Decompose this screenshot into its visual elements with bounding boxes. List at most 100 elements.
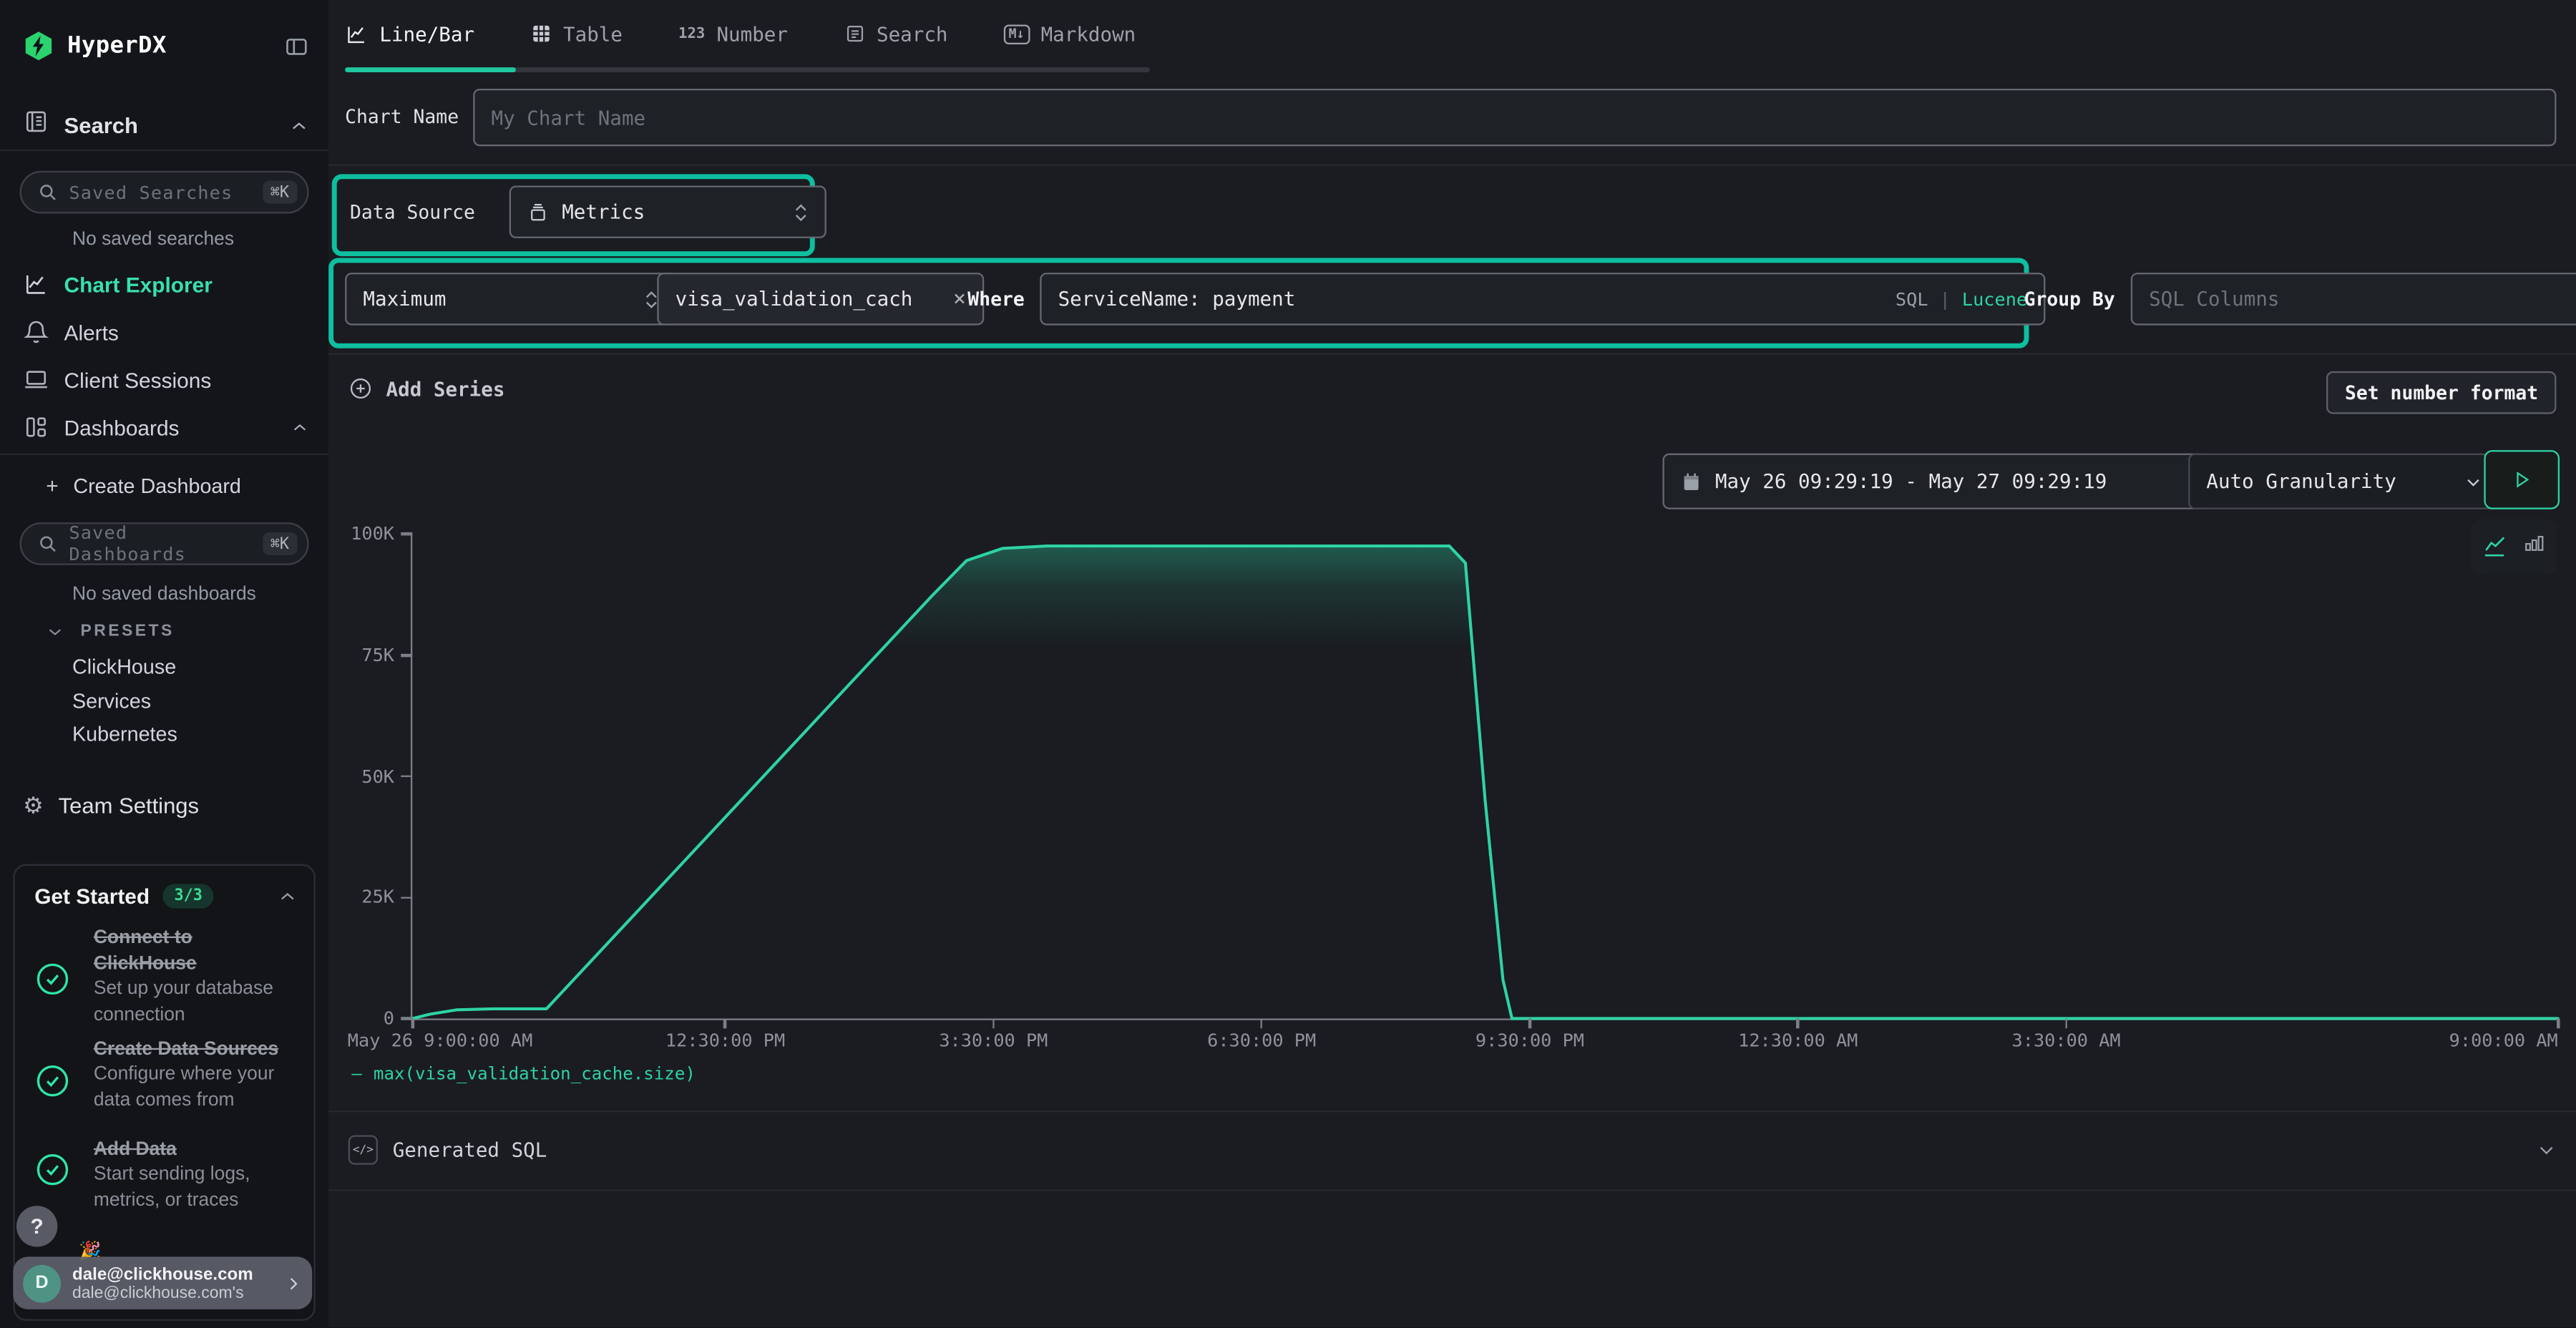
number-123-icon: 123 xyxy=(678,26,705,42)
x-axis-tick-mark xyxy=(1260,1018,1262,1028)
x-axis-tick-mark xyxy=(2557,1018,2559,1028)
plus-icon: + xyxy=(46,473,58,497)
task-title: Connect to ClickHouse xyxy=(94,925,298,977)
sidebar-item-label: Chart Explorer xyxy=(64,272,213,296)
task-title: Add Data xyxy=(94,1137,298,1163)
saved-dashboards-input[interactable]: Saved Dashboards ⌘K xyxy=(20,522,309,565)
presets-header-label: PRESETS xyxy=(81,622,175,640)
date-range-input[interactable]: May 26 09:29:19 - May 27 09:29:19 xyxy=(1662,454,2207,509)
metric-tag[interactable]: visa_validation_cach × xyxy=(657,273,984,325)
x-axis-tick-mark xyxy=(1797,1018,1799,1028)
collapse-sidebar-icon[interactable] xyxy=(284,34,308,58)
main-content: Line/Bar Table 123 Number xyxy=(328,0,2576,1327)
where-label: Where xyxy=(967,288,1024,311)
bell-icon xyxy=(23,318,49,345)
tab-table[interactable]: Table xyxy=(530,22,623,45)
y-axis-tick-mark xyxy=(401,654,412,656)
sidebar-section-search[interactable]: Search xyxy=(23,109,308,143)
task-title: Create Data Sources xyxy=(94,1037,298,1063)
presets-header[interactable]: PRESETS xyxy=(46,622,175,640)
line-chart-plot[interactable]: 025K50K75K100KMay 26 9:00:00 AM12:30:00 … xyxy=(411,534,2558,1020)
create-dashboard-label: Create Dashboard xyxy=(73,474,241,497)
avatar: D xyxy=(23,1264,61,1302)
add-series-button[interactable]: Add Series xyxy=(348,376,505,401)
check-circle-icon xyxy=(34,1151,71,1196)
group-by-input[interactable]: SQL Columns xyxy=(2131,273,2576,325)
chart-name-placeholder: My Chart Name xyxy=(491,106,645,129)
tab-search[interactable]: Search xyxy=(844,22,947,45)
chevron-up-icon[interactable] xyxy=(291,418,308,436)
preset-clickhouse[interactable]: ClickHouse xyxy=(72,655,176,678)
y-axis-tick-label: 50K xyxy=(361,766,394,787)
lucene-mode-toggle[interactable]: Lucene xyxy=(1962,288,2027,310)
chart-line-icon xyxy=(23,271,49,298)
granularity-value: Auto Granularity xyxy=(2206,470,2396,493)
saved-searches-input[interactable]: Saved Searches ⌘K xyxy=(20,171,309,214)
granularity-select[interactable]: Auto Granularity xyxy=(2188,454,2500,509)
tab-label: Line/Bar xyxy=(379,22,474,45)
y-axis-tick-label: 0 xyxy=(384,1008,394,1030)
sidebar-item-chart-explorer[interactable]: Chart Explorer xyxy=(23,271,308,298)
tab-number[interactable]: 123 Number xyxy=(678,22,788,45)
get-started-item[interactable]: Create Data Sources Configure where your… xyxy=(94,1037,298,1114)
get-started-item[interactable]: Connect to ClickHouse Set up your databa… xyxy=(94,925,298,1029)
chart-name-input[interactable]: My Chart Name xyxy=(473,89,2556,146)
chevron-up-icon[interactable] xyxy=(289,116,309,136)
chart-name-label: Chart Name xyxy=(345,105,459,128)
tab-line-bar[interactable]: Line/Bar xyxy=(345,22,474,45)
metric-tag-label: visa_validation_cach xyxy=(675,288,944,311)
code-icon: </> xyxy=(348,1135,378,1164)
shortcut-badge: ⌘K xyxy=(262,181,297,204)
chevron-up-icon[interactable] xyxy=(278,887,298,907)
date-range-value: May 26 09:29:19 - May 27 09:29:19 xyxy=(1715,470,2107,493)
search-section-label: Search xyxy=(64,113,138,137)
y-axis-tick-label: 100K xyxy=(351,523,394,545)
chevron-down-icon[interactable] xyxy=(2537,1140,2557,1160)
where-input[interactable]: ServiceName: payment SQL | Lucene xyxy=(1040,273,2045,325)
where-value: ServiceName: payment xyxy=(1058,288,1296,311)
data-source-value: Metrics xyxy=(562,200,645,223)
user-menu[interactable]: D dale@clickhouse.com dale@clickhouse.co… xyxy=(13,1256,312,1309)
y-axis-tick-mark xyxy=(401,896,412,898)
gear-icon: ⚙ xyxy=(23,792,44,820)
aggregation-select[interactable]: Maximum xyxy=(345,273,677,325)
x-axis-tick-mark xyxy=(992,1018,995,1028)
generated-sql-row[interactable]: </> Generated SQL xyxy=(348,1110,2557,1189)
help-button[interactable]: ? xyxy=(16,1206,57,1246)
set-number-format-button[interactable]: Set number format xyxy=(2327,371,2557,414)
brand: HyperDX xyxy=(23,29,308,62)
tab-label: Table xyxy=(563,22,623,45)
task-subtitle: Set up your database connection xyxy=(94,977,298,1028)
check-circle-icon xyxy=(34,961,71,1005)
preset-services[interactable]: Services xyxy=(72,689,151,712)
close-icon[interactable]: × xyxy=(953,287,966,311)
group-by-label: Group By xyxy=(2024,288,2115,311)
user-subtitle: dale@clickhouse.com's xyxy=(72,1284,273,1302)
calendar-icon xyxy=(1681,471,1702,492)
x-axis-tick-label: 12:30:00 PM xyxy=(665,1030,785,1052)
group-by-placeholder: SQL Columns xyxy=(2149,288,2279,311)
create-dashboard-button[interactable]: + Create Dashboard xyxy=(46,473,308,497)
sidebar-item-client-sessions[interactable]: Client Sessions xyxy=(23,366,308,393)
run-query-button[interactable] xyxy=(2484,450,2560,509)
sidebar-item-team-settings[interactable]: ⚙ Team Settings xyxy=(23,792,308,820)
view-tabs: Line/Bar Table 123 Number xyxy=(345,0,1136,67)
sql-mode-toggle[interactable]: SQL xyxy=(1896,288,1928,310)
get-started-item[interactable]: Add Data Start sending logs, metrics, or… xyxy=(94,1137,298,1214)
brand-name: HyperDX xyxy=(67,33,167,59)
sidebar-item-alerts[interactable]: Alerts xyxy=(23,318,308,345)
preset-kubernetes[interactable]: Kubernetes xyxy=(72,723,177,746)
chart-legend[interactable]: — max(visa_validation_cache.size) xyxy=(351,1065,696,1085)
data-source-label: Data Source xyxy=(350,200,475,223)
play-icon xyxy=(2512,470,2532,490)
x-axis-tick-label: May 26 9:00:00 AM xyxy=(348,1030,533,1052)
tab-markdown[interactable]: M↓ Markdown xyxy=(1004,22,1136,45)
select-chevrons-icon xyxy=(794,203,809,221)
hyperdx-logo-icon xyxy=(23,29,54,62)
metrics-source-icon xyxy=(527,201,549,223)
data-source-select[interactable]: Metrics xyxy=(509,185,826,238)
team-settings-label: Team Settings xyxy=(59,794,199,818)
series-area xyxy=(412,546,2557,1018)
task-subtitle: Start sending logs, metrics, or traces xyxy=(94,1163,298,1214)
sidebar-item-dashboards[interactable]: Dashboards xyxy=(23,414,308,441)
